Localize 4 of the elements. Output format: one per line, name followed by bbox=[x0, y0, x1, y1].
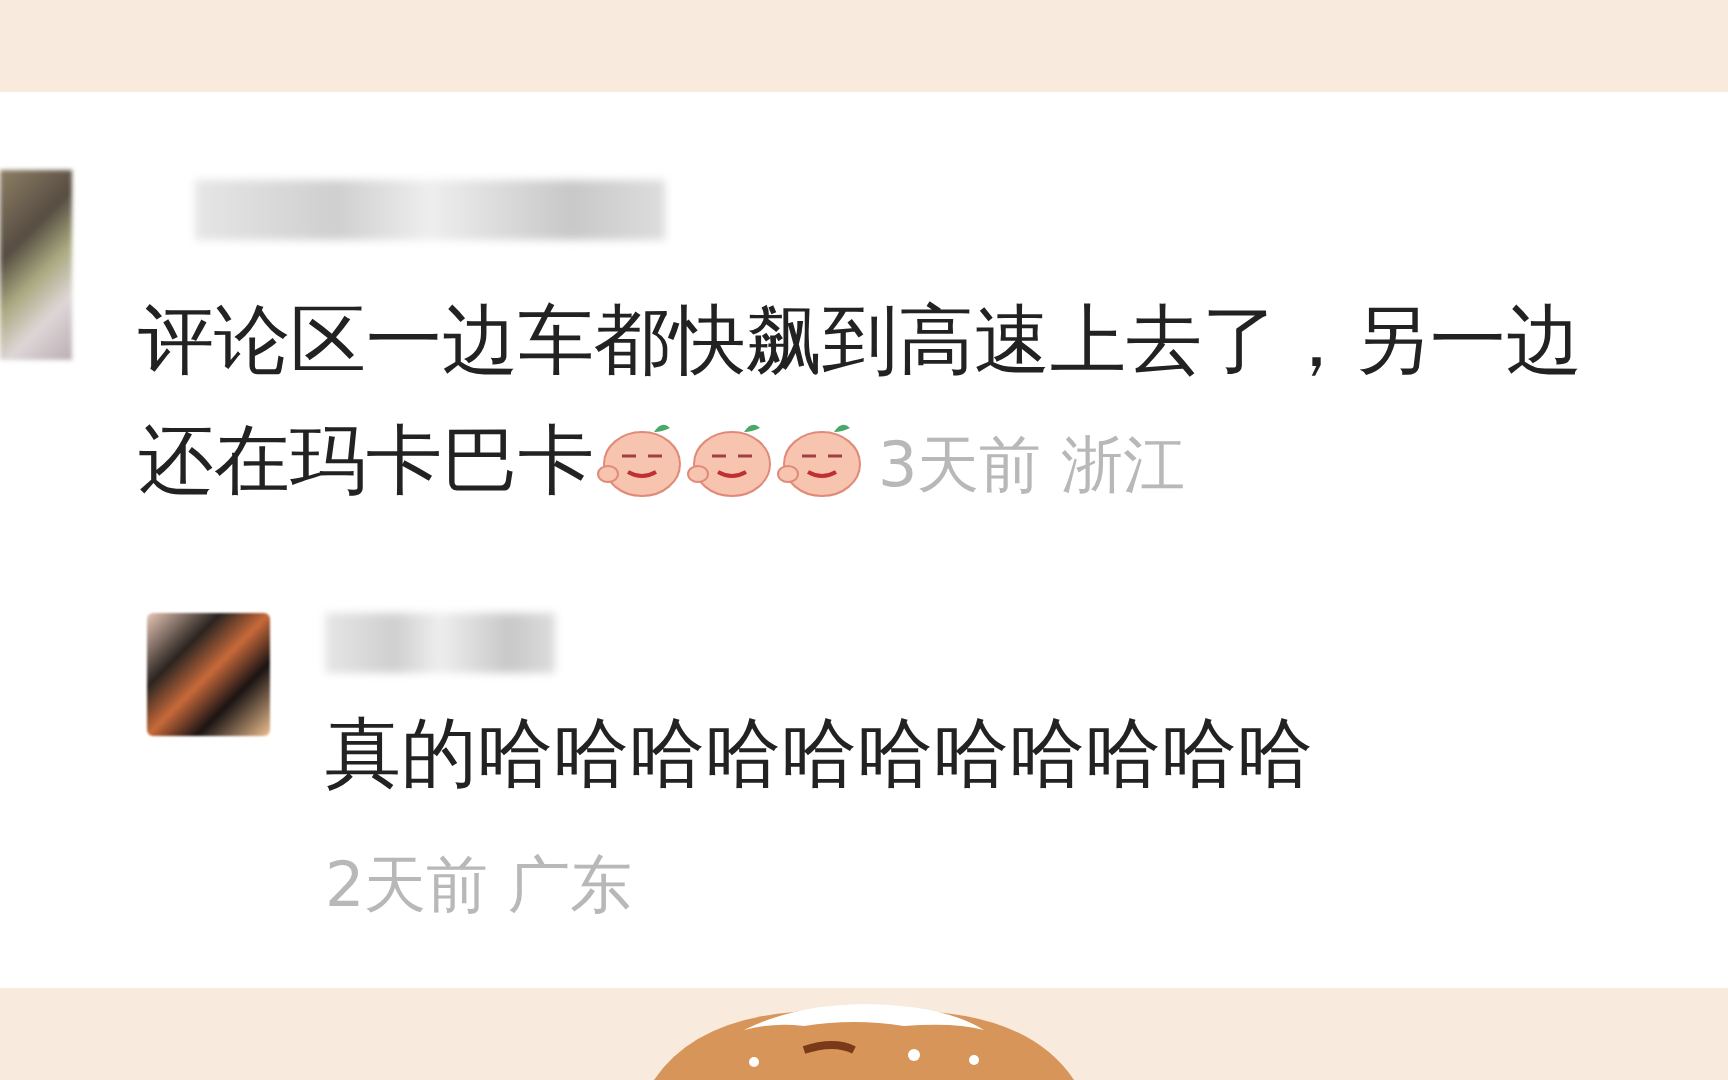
comment-text: 评论区一边车都快飙到高速上去了，另一边还在玛卡巴卡 3天前 浙江 bbox=[138, 294, 1583, 506]
reply-meta: 2天前 广东 bbox=[325, 847, 634, 923]
reply-text: 真的哈哈哈哈哈哈哈哈哈哈哈 bbox=[325, 707, 1314, 799]
comment-meta: 3天前 浙江 bbox=[878, 428, 1186, 501]
